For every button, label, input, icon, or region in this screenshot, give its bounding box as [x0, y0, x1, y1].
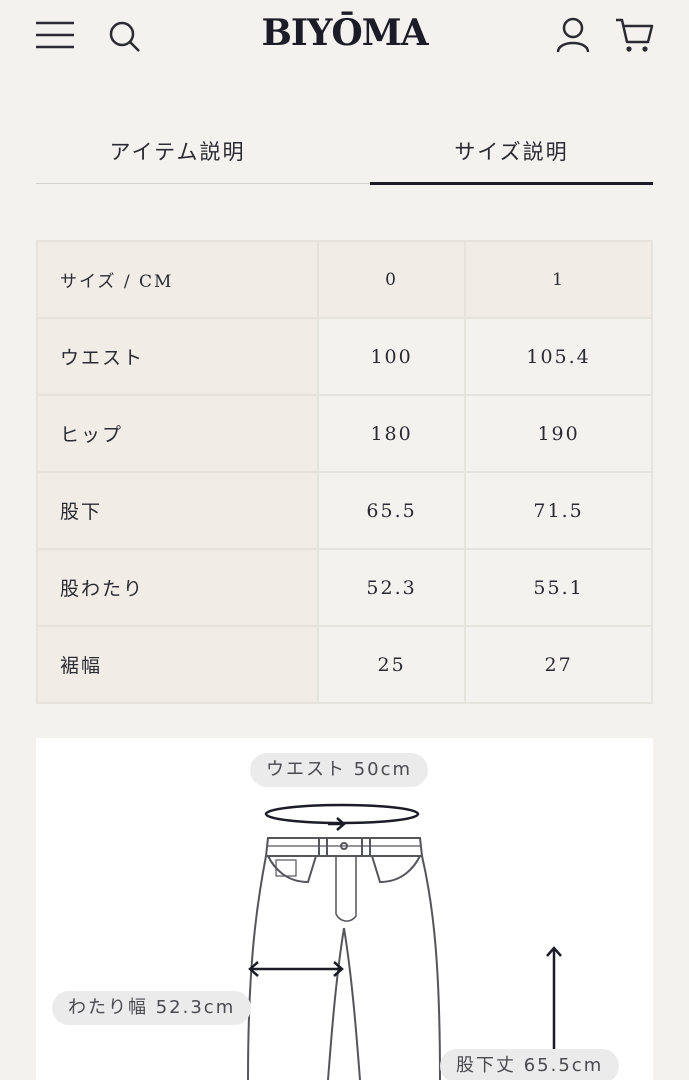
table-cell: 25: [316, 625, 467, 704]
inseam-measure-label: 股下丈 65.5cm: [440, 1049, 620, 1080]
table-cell: 100: [316, 317, 467, 396]
table-header-cell: 1: [464, 240, 653, 319]
table-header-cell: 0: [316, 240, 467, 319]
row-label: 股下: [36, 471, 319, 550]
size-diagram: ウエスト 50cm わたり幅 52.3cm 股下丈 65.5cm: [36, 738, 653, 1080]
size-table: サイズ / CM 0 1 ウエスト 100 105.4 ヒップ 180 190 …: [36, 240, 653, 704]
table-cell: 65.5: [316, 471, 467, 550]
tab-item-description[interactable]: アイテム説明: [36, 130, 319, 180]
table-cell: 105.4: [464, 317, 653, 396]
table-cell: 71.5: [464, 471, 653, 550]
tab-size-description[interactable]: サイズ説明: [370, 130, 653, 180]
table-row: ヒップ 180 190: [36, 394, 653, 473]
user-icon[interactable]: [555, 16, 591, 54]
cart-icon[interactable]: [614, 16, 654, 54]
active-tab-indicator: [370, 182, 653, 185]
table-header-row: サイズ / CM 0 1: [36, 240, 653, 319]
table-row: 股下 65.5 71.5: [36, 471, 653, 550]
table-cell: 190: [464, 394, 653, 473]
waist-measure-label: ウエスト 50cm: [250, 753, 429, 787]
product-tabs: アイテム説明 サイズ説明: [36, 130, 653, 185]
table-cell: 55.1: [464, 548, 653, 627]
table-cell: 27: [464, 625, 653, 704]
row-label: 裾幅: [36, 625, 319, 704]
table-row: ウエスト 100 105.4: [36, 317, 653, 396]
thigh-measure-label: わたり幅 52.3cm: [52, 991, 252, 1025]
table-row: 股わたり 52.3 55.1: [36, 548, 653, 627]
pants-illustration: [247, 803, 562, 1080]
table-cell: 52.3: [316, 548, 467, 627]
table-header-cell: サイズ / CM: [36, 240, 319, 319]
row-label: ウエスト: [36, 317, 319, 396]
table-cell: 180: [316, 394, 467, 473]
site-header: BIYŌMA: [0, 0, 689, 80]
row-label: ヒップ: [36, 394, 319, 473]
table-row: 裾幅 25 27: [36, 625, 653, 704]
row-label: 股わたり: [36, 548, 319, 627]
